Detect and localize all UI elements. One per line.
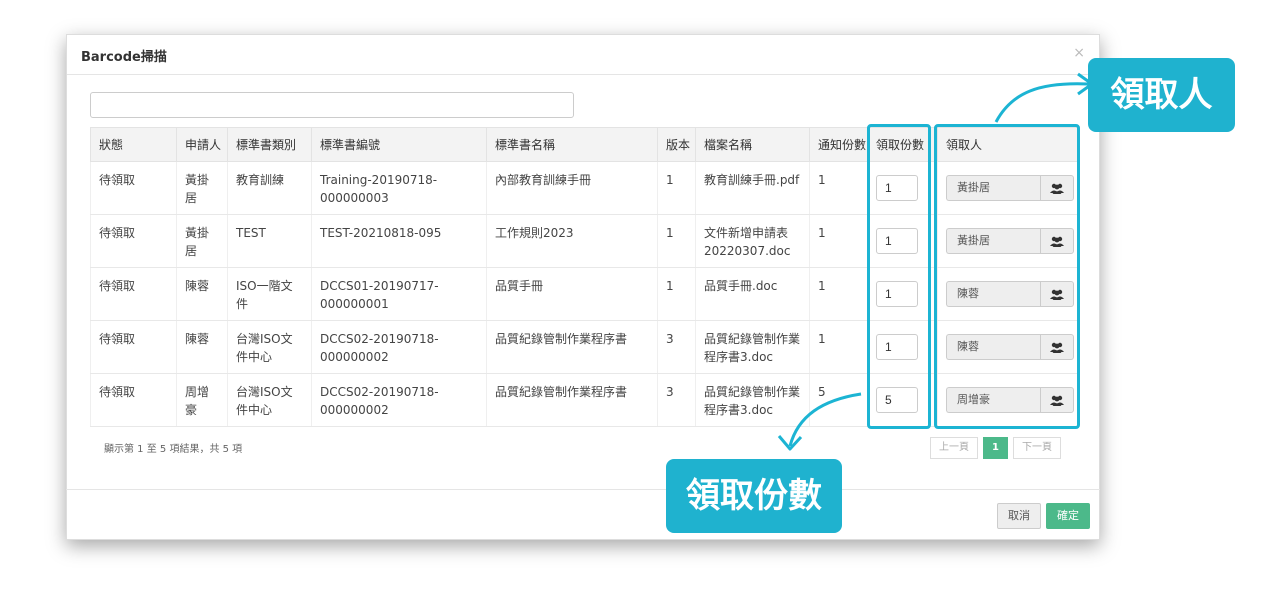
version-cell: 3 [657, 373, 696, 427]
cancel-button[interactable]: 取消 [997, 503, 1041, 529]
category-cell: 教育訓練 [227, 161, 312, 215]
page-1-button[interactable]: 1 [983, 437, 1008, 459]
close-icon[interactable]: × [1073, 45, 1085, 61]
category-cell: 台灣ISO文件中心 [227, 320, 312, 374]
notify-cell: 1 [809, 267, 868, 321]
result-info: 顯示第 1 至 5 項結果，共 5 項 [104, 444, 243, 455]
applicant-cell: 周增豪 [176, 373, 228, 427]
col-status[interactable]: 狀態 [90, 127, 177, 162]
next-page-button[interactable]: 下一頁 [1012, 437, 1061, 459]
applicant-cell: 黃掛居 [176, 161, 228, 215]
quantity-callout: 領取份數 [666, 459, 842, 533]
modal-header: Barcode掃描 × [67, 35, 1099, 75]
status-cell: 待領取 [90, 214, 177, 268]
notify-cell: 1 [809, 214, 868, 268]
version-cell: 1 [657, 267, 696, 321]
number-cell: DCCS02-20190718-000000002 [311, 373, 487, 427]
number-cell: DCCS01-20190717-000000001 [311, 267, 487, 321]
file-cell: 教育訓練手冊.pdf [695, 161, 810, 215]
col-category[interactable]: 標準書類別 [227, 127, 312, 162]
status-cell: 待領取 [90, 320, 177, 374]
receiver-callout: 領取人 [1088, 58, 1235, 132]
notify-cell: 1 [809, 161, 868, 215]
status-cell: 待領取 [90, 267, 177, 321]
col-version[interactable]: 版本 [657, 127, 696, 162]
name-cell: 品質紀錄管制作業程序書 [486, 373, 658, 427]
status-cell: 待領取 [90, 373, 177, 427]
col-applicant[interactable]: 申請人 [176, 127, 228, 162]
category-cell: ISO一階文件 [227, 267, 312, 321]
confirm-button[interactable]: 確定 [1046, 503, 1090, 529]
name-cell: 品質手冊 [486, 267, 658, 321]
name-cell: 工作規則2023 [486, 214, 658, 268]
applicant-cell: 陳蓉 [176, 320, 228, 374]
barcode-input[interactable] [90, 92, 574, 118]
name-cell: 內部教育訓練手冊 [486, 161, 658, 215]
col-name[interactable]: 標準書名稱 [486, 127, 658, 162]
number-cell: TEST-20210818-095 [311, 214, 487, 268]
file-cell: 品質紀錄管制作業程序書3.doc [695, 320, 810, 374]
quantity-column-highlight [867, 124, 931, 429]
number-cell: DCCS02-20190718-000000002 [311, 320, 487, 374]
pagination: 上一頁 1 下一頁 [930, 437, 1061, 459]
category-cell: TEST [227, 214, 312, 268]
name-cell: 品質紀錄管制作業程序書 [486, 320, 658, 374]
receiver-column-highlight [934, 124, 1080, 429]
file-cell: 文件新增申請表20220307.doc [695, 214, 810, 268]
version-cell: 1 [657, 161, 696, 215]
prev-page-button[interactable]: 上一頁 [930, 437, 978, 459]
applicant-cell: 陳蓉 [176, 267, 228, 321]
footer-divider [66, 489, 1100, 490]
category-cell: 台灣ISO文件中心 [227, 373, 312, 427]
version-cell: 1 [657, 214, 696, 268]
file-cell: 品質紀錄管制作業程序書3.doc [695, 373, 810, 427]
notify-cell: 1 [809, 320, 868, 374]
col-notify[interactable]: 通知份數 [809, 127, 868, 162]
col-file[interactable]: 檔案名稱 [695, 127, 810, 162]
notify-cell: 5 [809, 373, 868, 427]
number-cell: Training-20190718-000000003 [311, 161, 487, 215]
status-cell: 待領取 [90, 161, 177, 215]
col-number[interactable]: 標準書編號 [311, 127, 487, 162]
version-cell: 3 [657, 320, 696, 374]
modal-title: Barcode掃描 [81, 50, 167, 65]
applicant-cell: 黃掛居 [176, 214, 228, 268]
file-cell: 品質手冊.doc [695, 267, 810, 321]
